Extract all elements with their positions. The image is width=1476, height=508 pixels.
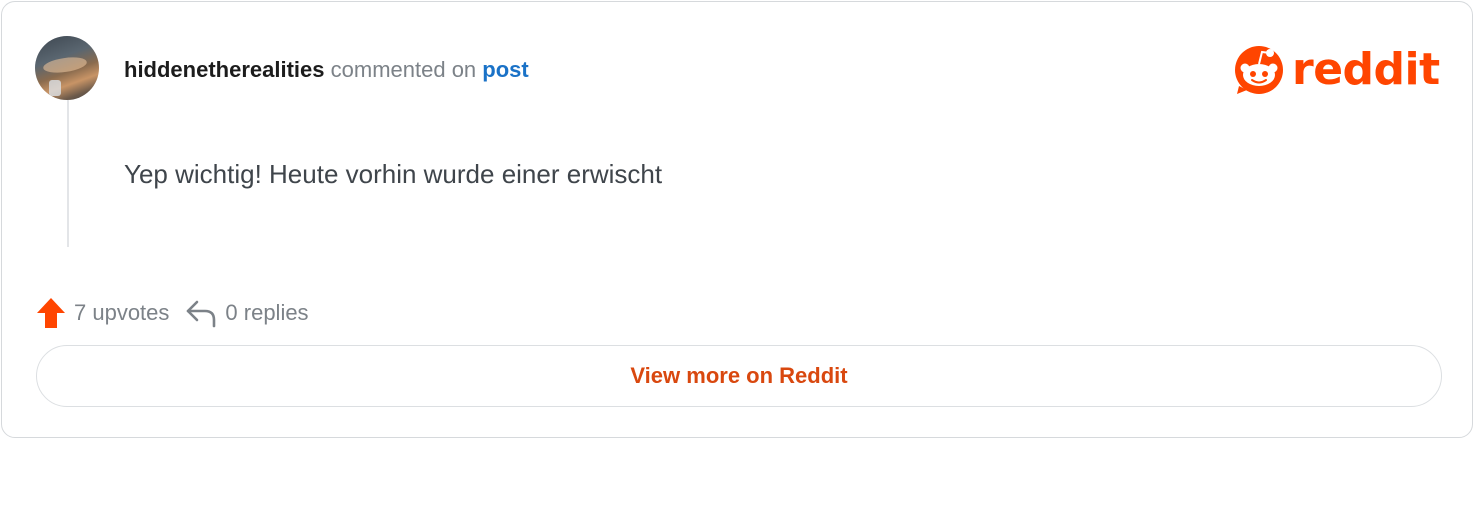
upvote-arrow-icon — [37, 298, 65, 328]
comment-embed-card: hiddenetherealities commented on post re… — [1, 1, 1473, 438]
avatar[interactable] — [35, 36, 99, 100]
upvote-stat[interactable]: 7 upvotes — [36, 297, 169, 329]
avatar-photo-detail — [49, 80, 61, 96]
upvote-count: 7 upvotes — [74, 300, 170, 325]
reply-count: 0 replies — [225, 300, 309, 325]
thread-line — [67, 100, 69, 247]
comment-body: Yep wichtig! Heute vorhin wurde einer er… — [124, 159, 663, 189]
reply-stat[interactable]: 0 replies — [185, 298, 309, 328]
comment-stats: 7 upvotes 0 replies — [36, 296, 309, 330]
reddit-logo[interactable]: reddit — [1235, 42, 1440, 98]
reply-arrow-icon — [187, 300, 216, 328]
post-link[interactable]: post — [482, 57, 528, 82]
commented-on-text: commented on — [330, 57, 477, 82]
reddit-wordmark: reddit — [1292, 44, 1440, 95]
comment-header: hiddenetherealities commented on post — [124, 56, 529, 84]
avatar-photo-highlight — [42, 55, 88, 75]
reddit-snoo-icon — [1235, 46, 1283, 94]
view-more-button[interactable]: View more on Reddit — [36, 345, 1442, 407]
username-link[interactable]: hiddenetherealities — [124, 57, 325, 82]
